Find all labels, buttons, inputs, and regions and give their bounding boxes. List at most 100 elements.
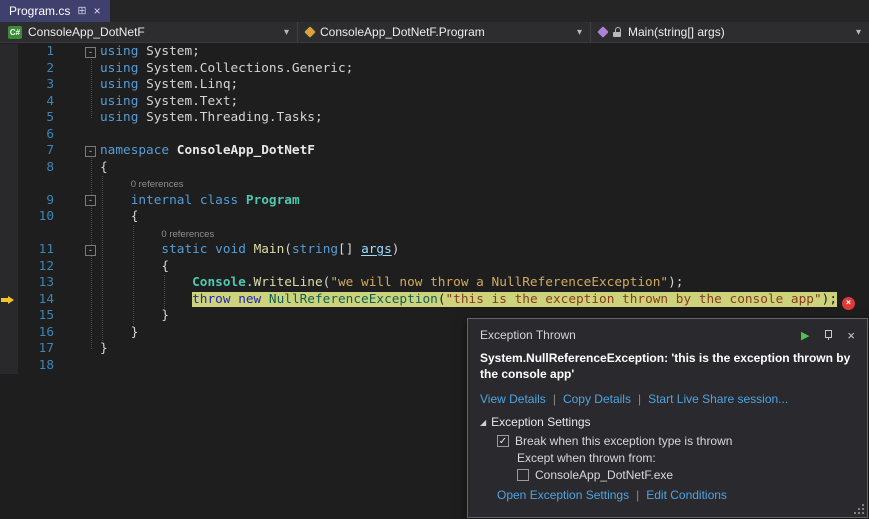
code-text: namespace ConsoleApp_DotNetF	[100, 143, 869, 160]
project-dropdown[interactable]: C# ConsoleApp_DotNetF ▾	[0, 22, 298, 42]
code-row-12: 12 {	[0, 259, 869, 276]
separator: |	[553, 392, 556, 406]
member-dropdown-value: Main(string[] args)	[628, 25, 725, 39]
outline-margin	[62, 209, 100, 226]
fold-toggle-icon[interactable]: -	[85, 195, 96, 206]
indicator-margin[interactable]	[0, 292, 18, 309]
code-row-10: 10 {	[0, 209, 869, 226]
chevron-down-icon[interactable]: ▾	[284, 27, 289, 38]
line-number: 13	[18, 275, 62, 292]
close-tab-icon[interactable]: ×	[94, 5, 101, 17]
codelens-references[interactable]: 0 references	[131, 179, 184, 190]
fold-toggle-icon[interactable]: -	[85, 245, 96, 256]
fold-toggle-icon[interactable]: -	[85, 146, 96, 157]
indicator-margin[interactable]	[0, 341, 18, 358]
line-number: 4	[18, 94, 62, 111]
outline-margin	[62, 226, 100, 243]
current-statement-arrow	[1, 296, 15, 305]
exception-thrown-popup: Exception Thrown ▶ × System.NullReferenc…	[467, 318, 868, 518]
chevron-down-icon[interactable]: ▾	[856, 27, 861, 38]
expanded-triangle-icon[interactable]: ◢	[480, 418, 486, 427]
type-dropdown[interactable]: ConsoleApp_DotNetF.Program ▾	[298, 22, 591, 42]
code-row-lens-11: 0 references	[0, 226, 869, 243]
indicator-margin[interactable]	[0, 325, 18, 342]
line-number: 14	[18, 292, 62, 309]
indicator-margin[interactable]	[0, 209, 18, 226]
outline-margin	[62, 325, 100, 342]
exception-message: System.NullReferenceException: 'this is …	[480, 350, 855, 382]
indicator-margin[interactable]	[0, 44, 18, 61]
break-checkbox[interactable]: ✓	[497, 435, 509, 447]
indicator-margin[interactable]	[0, 94, 18, 111]
line-number: 5	[18, 110, 62, 127]
indicator-margin[interactable]	[0, 259, 18, 276]
open-exception-settings-link[interactable]: Open Exception Settings	[497, 488, 629, 502]
indicator-margin[interactable]	[0, 275, 18, 292]
outline-margin: -	[62, 242, 100, 259]
outline-margin	[62, 176, 100, 193]
tab-program-cs[interactable]: Program.cs ⊞ ×	[0, 0, 110, 22]
outline-margin	[62, 77, 100, 94]
exception-settings-label: Exception Settings	[491, 415, 590, 429]
code-row-2: 2using System.Collections.Generic;	[0, 61, 869, 78]
code-text: internal class Program	[100, 193, 869, 210]
exception-settings-section-header[interactable]: ◢ Exception Settings	[480, 415, 855, 429]
continue-execution-icon[interactable]: ▶	[801, 329, 809, 342]
live-share-link[interactable]: Start Live Share session...	[648, 392, 788, 406]
indicator-margin[interactable]	[0, 193, 18, 210]
break-checkbox-row: ✓ Break when this exception type is thro…	[480, 434, 855, 448]
indicator-margin[interactable]	[0, 242, 18, 259]
outline-margin: -	[62, 193, 100, 210]
indicator-margin[interactable]	[0, 308, 18, 325]
popup-footer-links: Open Exception Settings | Edit Conditions	[480, 488, 855, 502]
navigation-bar: C# ConsoleApp_DotNetF ▾ ConsoleApp_DotNe…	[0, 22, 869, 43]
line-number: 9	[18, 193, 62, 210]
chevron-down-icon[interactable]: ▾	[577, 27, 582, 38]
codelens-row: 0 references	[100, 176, 869, 193]
module-checkbox-row: ConsoleApp_DotNetF.exe	[480, 468, 855, 482]
outline-margin	[62, 259, 100, 276]
fold-toggle-icon[interactable]: -	[85, 47, 96, 58]
module-checkbox[interactable]	[517, 469, 529, 481]
code-text: {	[100, 259, 869, 276]
method-icon	[597, 26, 608, 37]
copy-details-link[interactable]: Copy Details	[563, 392, 631, 406]
indicator-margin[interactable]	[0, 61, 18, 78]
member-dropdown[interactable]: Main(string[] args) ▾	[591, 22, 869, 42]
codelens-references[interactable]: 0 references	[161, 229, 214, 240]
code-text: using System.Linq;	[100, 77, 869, 94]
pin-tab-icon[interactable]: ⊞	[77, 6, 86, 17]
tab-title: Program.cs	[9, 4, 70, 18]
line-number	[18, 176, 62, 193]
line-number	[18, 226, 62, 243]
line-number: 1	[18, 44, 62, 61]
separator: |	[638, 392, 641, 406]
line-number: 12	[18, 259, 62, 276]
pin-icon[interactable]	[823, 329, 833, 341]
popup-title-bar[interactable]: Exception Thrown ▶ ×	[480, 328, 855, 342]
code-text: throw new NullReferenceException("this i…	[100, 292, 869, 309]
indicator-margin[interactable]	[0, 226, 18, 243]
tab-bar: Program.cs ⊞ ×	[0, 0, 869, 22]
indicator-margin[interactable]	[0, 160, 18, 177]
separator: |	[636, 488, 639, 502]
indicator-margin[interactable]	[0, 358, 18, 375]
edit-conditions-link[interactable]: Edit Conditions	[646, 488, 727, 502]
outline-margin	[62, 358, 100, 375]
view-details-link[interactable]: View Details	[480, 392, 546, 406]
indicator-margin[interactable]	[0, 143, 18, 160]
indicator-margin[interactable]	[0, 77, 18, 94]
outline-margin	[62, 341, 100, 358]
code-text: {	[100, 209, 869, 226]
code-text: using System.Threading.Tasks;	[100, 110, 869, 127]
resize-grip[interactable]	[853, 503, 865, 515]
type-dropdown-value: ConsoleApp_DotNetF.Program	[320, 25, 485, 39]
close-popup-icon[interactable]: ×	[847, 329, 855, 342]
csharp-project-icon: C#	[8, 26, 22, 39]
indicator-margin[interactable]	[0, 176, 18, 193]
code-text: using System;	[100, 44, 869, 61]
vs-window: Program.cs ⊞ × C# ConsoleApp_DotNetF ▾ C…	[0, 0, 869, 519]
indicator-margin[interactable]	[0, 110, 18, 127]
indicator-margin[interactable]	[0, 127, 18, 144]
code-row-8: 8{	[0, 160, 869, 177]
